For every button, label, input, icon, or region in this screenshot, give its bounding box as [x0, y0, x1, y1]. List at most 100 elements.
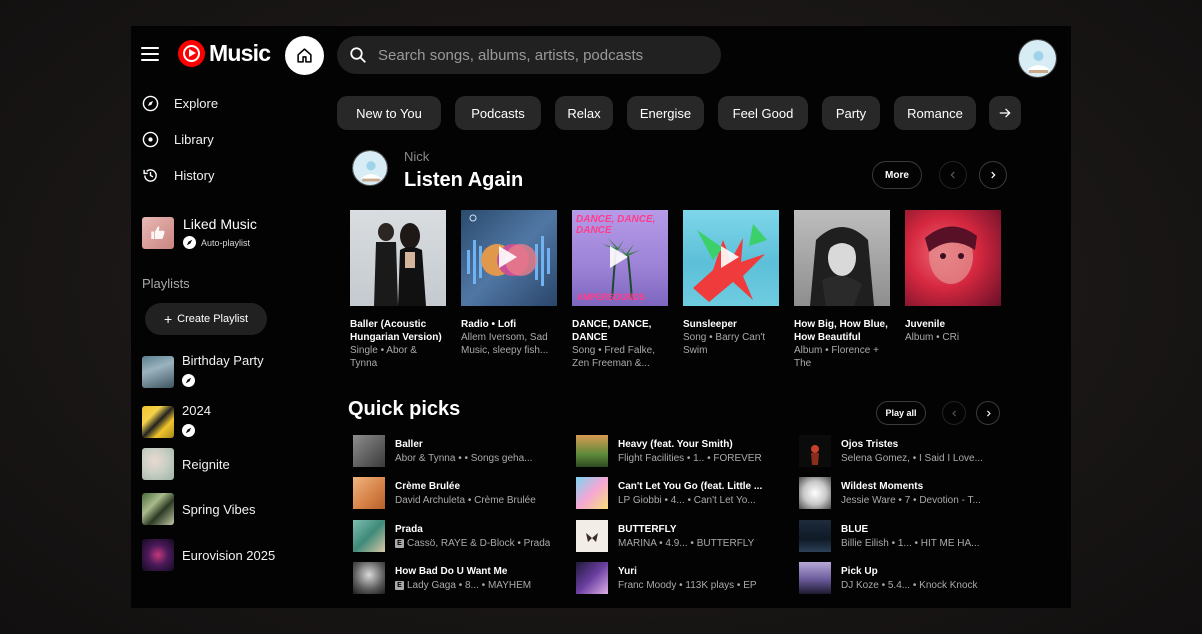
song-subtitle: DJ Koze • 5.4... • Knock Knock: [841, 579, 978, 591]
chip-podcasts[interactable]: Podcasts: [455, 96, 541, 130]
chip-party[interactable]: Party: [822, 96, 880, 130]
song-title: Baller: [395, 438, 423, 450]
chevron-left-icon: [950, 171, 955, 179]
quick-pick-item[interactable]: Pick Up DJ Koze • 5.4... • Knock Knock: [799, 561, 1009, 595]
create-playlist-button[interactable]: + Create Playlist: [145, 303, 267, 335]
playlist-item-birthday-party[interactable]: Birthday Party: [142, 353, 264, 390]
album-art: [794, 210, 890, 306]
account-avatar[interactable]: [1018, 39, 1057, 78]
search-icon: [350, 47, 366, 63]
sidebar-item-library[interactable]: Library: [142, 131, 214, 148]
chip-feel-good[interactable]: Feel Good: [718, 96, 808, 130]
chip-new-to-you[interactable]: New to You: [337, 96, 441, 130]
card-subtitle: Song • Fred Falke, Zen Freeman &...: [572, 345, 655, 369]
playlist-item-eurovision-2025[interactable]: Eurovision 2025: [142, 539, 275, 571]
card-subtitle: Album • Florence + The: [794, 345, 879, 369]
song-title: Wildest Moments: [841, 480, 924, 492]
card-subtitle: Allem Iversom, Sad Music, sleepy fish...: [461, 332, 549, 356]
auto-playlist-icon: [182, 424, 195, 437]
listen-again-title[interactable]: Listen Again: [404, 169, 523, 192]
song-subtitle: Lady Gaga • 8... • MAYHEM: [407, 579, 532, 591]
listen-again-card[interactable]: How Big, How Blue, How Beautiful Album •…: [794, 210, 890, 370]
quick-pick-item[interactable]: Prada E Cassö, RAYE & D-Block • Prada: [353, 519, 563, 553]
quick-pick-item[interactable]: How Bad Do U Want Me E Lady Gaga • 8... • …: [353, 561, 563, 595]
playlist-title: Birthday Party: [182, 353, 264, 368]
chip-energise[interactable]: Energise: [627, 96, 704, 130]
search-bar[interactable]: [337, 36, 721, 74]
song-thumbnail: [353, 520, 385, 552]
listen-again-card[interactable]: Radio • Lofi Allem Iversom, Sad Music, s…: [461, 210, 557, 357]
quick-picks-next-button[interactable]: [976, 401, 1000, 425]
quick-pick-item[interactable]: Crème Brulée David Archuleta • Crème Brul…: [353, 476, 563, 510]
card-title: Radio • Lofi: [461, 319, 517, 330]
liked-music-subtitle: Auto-playlist: [201, 237, 251, 248]
playlist-item-2024[interactable]: 2024: [142, 403, 211, 440]
listen-again-card[interactable]: Baller (Acoustic Hungarian Version) Sing…: [350, 210, 446, 370]
sidebar-item-explore[interactable]: Explore: [142, 95, 218, 112]
explicit-icon: E: [395, 580, 404, 590]
song-subtitle: Franc Moody • 113K plays • EP: [618, 579, 757, 591]
youtube-music-logo[interactable]: Music: [178, 40, 271, 67]
quick-pick-item[interactable]: Ojos Tristes Selena Gomez, • I Said I Lov…: [799, 434, 1009, 468]
song-title: Yuri: [618, 565, 637, 577]
quick-pick-item[interactable]: Can't Let You Go (feat. Little ... LP Gio…: [576, 476, 786, 510]
liked-music-item[interactable]: Liked Music Auto-playlist: [142, 216, 257, 249]
sidebar: Music Explore Library History Liked Musi…: [131, 26, 323, 608]
chevron-right-icon: [991, 171, 996, 179]
home-button[interactable]: [285, 36, 324, 75]
playlist-item-reignite[interactable]: Reignite: [142, 448, 230, 480]
playlist-title: Spring Vibes: [182, 501, 256, 517]
quick-picks-prev-button[interactable]: [942, 401, 966, 425]
quick-pick-item[interactable]: Baller Abor & Tynna • • Songs geha...: [353, 434, 563, 468]
quick-pick-item[interactable]: Yuri Franc Moody • 113K plays • EP: [576, 561, 786, 595]
listen-again-next-button[interactable]: [979, 161, 1007, 189]
song-subtitle: Abor & Tynna • • Songs geha...: [395, 452, 533, 464]
song-thumbnail: [576, 477, 608, 509]
playlists-heading: Playlists: [142, 276, 190, 291]
listen-again-card[interactable]: Juvenile Album • CRi: [905, 210, 1001, 344]
playlist-title: Eurovision 2025: [182, 547, 276, 563]
library-icon: [142, 131, 159, 148]
song-subtitle: Billie Eilish • 1... • HIT ME HA...: [841, 537, 980, 549]
user-avatar[interactable]: [352, 150, 388, 186]
liked-music-title: Liked Music: [183, 216, 257, 232]
playlist-item-spring-vibes[interactable]: Spring Vibes: [142, 493, 255, 525]
card-title: Sunsleeper: [683, 319, 737, 330]
main-content: New to You Podcasts Relax Energise Feel …: [285, 26, 1071, 608]
more-button[interactable]: More: [872, 161, 922, 189]
chips-scroll-right-button[interactable]: [989, 96, 1021, 130]
song-thumbnail: [576, 562, 608, 594]
song-title: Pick Up: [841, 565, 878, 577]
quick-pick-item[interactable]: Wildest Moments Jessie Ware • 7 • Devotio…: [799, 476, 1009, 510]
playlist-thumbnail: [142, 539, 174, 571]
card-title: How Big, How Blue, How Beautiful: [794, 319, 888, 343]
quick-pick-item[interactable]: BUTTERFLY MARINA • 4.9... • BUTTERFLY: [576, 519, 786, 553]
song-subtitle: Selena Gomez, • I Said I Love...: [841, 452, 983, 464]
chip-relax[interactable]: Relax: [555, 96, 613, 130]
card-subtitle: Single • Abor & Tynna: [350, 345, 417, 369]
listen-again-card[interactable]: Sunsleeper Song • Barry Can't Swim: [683, 210, 779, 357]
arrow-right-icon: [999, 108, 1011, 118]
song-title: Prada: [395, 523, 423, 535]
chip-romance[interactable]: Romance: [894, 96, 976, 130]
playlist-thumbnail: [142, 405, 174, 438]
quick-pick-item[interactable]: Heavy (feat. Your Smith) Flight Facilitie…: [576, 434, 786, 468]
sidebar-item-label: History: [174, 168, 215, 183]
app-window: Music Explore Library History Liked Musi…: [131, 26, 1071, 608]
logo-play-icon: [178, 40, 205, 67]
search-input[interactable]: [378, 46, 708, 64]
sidebar-item-history[interactable]: History: [142, 167, 214, 184]
card-title: Juvenile: [905, 319, 946, 330]
quick-pick-item[interactable]: BLUE Billie Eilish • 1... • HIT ME HA...: [799, 519, 1009, 553]
chevron-left-icon: [951, 409, 956, 417]
song-thumbnail: [353, 477, 385, 509]
card-title: DANCE, DANCE, DANCE: [572, 319, 652, 343]
playlist-thumbnail: [142, 355, 174, 388]
quick-picks-title[interactable]: Quick picks: [348, 398, 460, 421]
listen-again-prev-button[interactable]: [939, 161, 967, 189]
listen-again-card[interactable]: DANCE, DANCE, DANCE AMPERSOUNDS DANCE, D…: [572, 210, 668, 370]
home-icon: [297, 48, 312, 63]
play-all-button[interactable]: Play all: [876, 401, 926, 425]
menu-icon[interactable]: [141, 46, 159, 62]
playlist-title: Reignite: [182, 456, 230, 472]
